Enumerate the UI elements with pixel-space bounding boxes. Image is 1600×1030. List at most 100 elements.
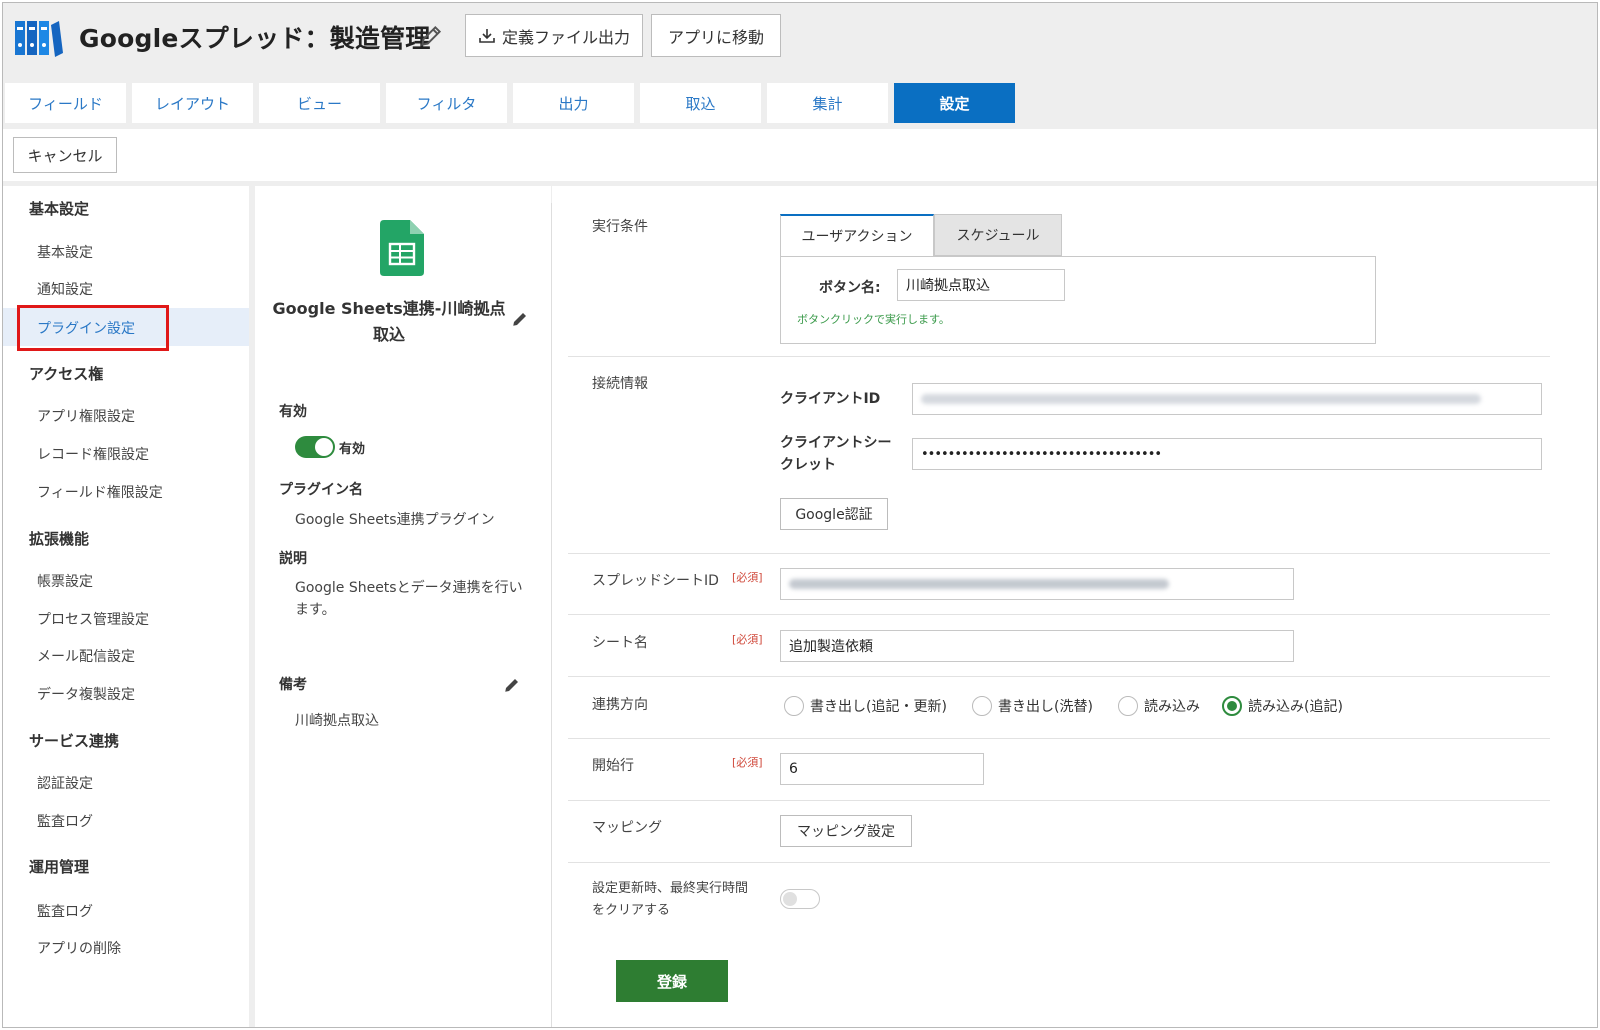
button-name-label: ボタン名: — [819, 280, 881, 296]
sidebar-item-audit-log[interactable]: 監査ログ — [37, 811, 93, 831]
description-line2: ます。 — [295, 602, 336, 618]
tab-layout[interactable]: レイアウト — [132, 83, 253, 123]
sidebar-item-delete-app[interactable]: アプリの削除 — [37, 938, 121, 958]
app-binders-icon — [15, 21, 63, 57]
sidebar-section-basic: 基本設定 — [29, 200, 90, 218]
settings-sidebar: 基本設定 基本設定 通知設定 プラグイン設定 アクセス権 アプリ権限設定 レコー… — [3, 186, 249, 1027]
sidebar-item-audit-log-2[interactable]: 監査ログ — [37, 901, 93, 921]
download-icon — [479, 28, 495, 43]
tab-view[interactable]: ビュー — [259, 83, 380, 123]
export-definition-button[interactable]: 定義ファイル出力 — [465, 14, 643, 57]
tab-schedule[interactable]: スケジュール — [934, 214, 1062, 256]
settings-tabs: フィールド レイアウト ビュー フィルタ 出力 取込 集計 設定 — [3, 83, 1597, 129]
plugin-info-pane: Google Sheets連携-川崎拠点 取込 有効 有効 プラグイン名 Goo… — [255, 186, 551, 1027]
tab-field[interactable]: フィールド — [5, 83, 126, 123]
button-name-input[interactable]: 川崎拠点取込 — [897, 269, 1065, 301]
plugin-name-value: Google Sheets連携プラグイン — [295, 512, 495, 528]
tab-import[interactable]: 取込 — [640, 83, 761, 123]
spreadsheet-id-label: スプレッドシートID — [592, 573, 719, 589]
sidebar-item-basic-settings[interactable]: 基本設定 — [37, 242, 93, 262]
sidebar-item-process[interactable]: プロセス管理設定 — [37, 609, 149, 629]
client-id-label: クライアントID — [780, 391, 881, 407]
toggle-label: 有効 — [339, 442, 366, 457]
radio-button[interactable] — [972, 696, 992, 716]
user-action-panel: ボタン名: 川崎拠点取込 ボタンクリックで実行します。 — [780, 256, 1376, 344]
blurred-text — [921, 394, 1481, 404]
plugin-title-line2: 取込 — [372, 325, 405, 344]
sidebar-section-access: アクセス権 — [29, 365, 104, 383]
goto-app-label: アプリに移動 — [667, 27, 764, 47]
divider — [568, 676, 1550, 677]
register-button[interactable]: 登録 — [616, 960, 728, 1002]
spreadsheet-id-input[interactable] — [780, 568, 1294, 600]
required-mark: [必須] — [732, 756, 763, 769]
radio-write-replace[interactable]: 書き出し(洗替) — [972, 696, 1093, 716]
required-mark: [必須] — [732, 633, 763, 646]
toolbar: キャンセル — [3, 129, 1597, 181]
divider — [568, 862, 1550, 863]
app-title: Googleスプレッド：製造管理 — [79, 24, 431, 53]
radio-button-selected[interactable] — [1222, 696, 1242, 716]
description-line1: Google Sheetsとデータ連携を行い — [295, 580, 523, 596]
plugin-title-line1: Google Sheets連携-川崎拠点 — [272, 299, 506, 318]
plugin-title: Google Sheets連携-川崎拠点 取込 — [255, 296, 523, 348]
app-window: Googleスプレッド：製造管理 定義ファイル出力 アプリに移動 フィールド レ… — [2, 2, 1598, 1028]
highlight-box — [17, 305, 169, 351]
description-text: Google Sheetsとデータ連携を行い ます。 — [295, 577, 523, 621]
sheet-name-input[interactable]: 追加製造依頼 — [780, 630, 1294, 662]
sidebar-item-notification[interactable]: 通知設定 — [37, 279, 93, 299]
tab-output[interactable]: 出力 — [513, 83, 634, 123]
note-label: 備考 — [279, 677, 307, 693]
radio-label: 読み込み(追記) — [1248, 699, 1343, 715]
cancel-button[interactable]: キャンセル — [13, 137, 117, 173]
blurred-text — [789, 579, 1169, 589]
client-secret-label: クライアントシー クレット — [780, 432, 891, 476]
start-row-input[interactable]: 6 — [780, 753, 984, 785]
mapping-settings-button[interactable]: マッピング設定 — [780, 815, 912, 847]
divider — [568, 800, 1550, 801]
goto-app-button[interactable]: アプリに移動 — [651, 14, 781, 57]
sidebar-section-operation: 運用管理 — [29, 858, 90, 876]
google-sheets-icon — [380, 220, 424, 276]
clear-time-label: 設定更新時、最終実行時間 をクリアする — [592, 878, 748, 922]
radio-label: 書き出し(洗替) — [998, 699, 1093, 715]
tab-filter[interactable]: フィルタ — [386, 83, 507, 123]
tab-settings[interactable]: 設定 — [894, 83, 1015, 123]
exec-condition-label: 実行条件 — [592, 219, 648, 235]
edit-name-pencil-icon[interactable] — [511, 310, 529, 328]
sidebar-item-auth[interactable]: 認証設定 — [37, 773, 93, 793]
client-id-input[interactable] — [912, 383, 1542, 415]
edit-note-pencil-icon[interactable] — [503, 676, 521, 694]
sheet-name-label: シート名 — [592, 635, 648, 651]
client-secret-label-line1: クライアントシー — [780, 435, 892, 451]
sidebar-item-app-permission[interactable]: アプリ権限設定 — [37, 406, 135, 426]
sidebar-item-data-copy[interactable]: データ複製設定 — [37, 684, 135, 704]
sidebar-item-mail[interactable]: メール配信設定 — [37, 646, 135, 666]
pencil-icon[interactable] — [418, 23, 444, 49]
divider — [568, 553, 1550, 554]
radio-read-append[interactable]: 読み込み(追記) — [1222, 696, 1343, 716]
google-auth-button[interactable]: Google認証 — [780, 498, 888, 530]
clear-time-toggle[interactable] — [780, 889, 820, 909]
radio-button[interactable] — [784, 696, 804, 716]
divider — [568, 356, 1550, 357]
divider — [568, 738, 1550, 739]
sidebar-section-service: サービス連携 — [29, 732, 120, 750]
radio-label: 読み込み — [1144, 699, 1200, 715]
note-value: 川崎拠点取込 — [295, 713, 379, 729]
sidebar-section-extension: 拡張機能 — [29, 530, 90, 548]
enabled-toggle[interactable] — [295, 436, 335, 458]
sidebar-item-field-permission[interactable]: フィールド権限設定 — [37, 482, 163, 502]
tab-aggregate[interactable]: 集計 — [767, 83, 888, 123]
export-definition-label: 定義ファイル出力 — [501, 27, 630, 47]
toggle-knob — [315, 438, 333, 456]
sidebar-item-record-permission[interactable]: レコード権限設定 — [37, 444, 149, 464]
toggle-knob — [783, 892, 797, 906]
radio-button[interactable] — [1118, 696, 1138, 716]
radio-write-append[interactable]: 書き出し(追記・更新) — [784, 696, 947, 716]
radio-read[interactable]: 読み込み — [1118, 696, 1200, 716]
start-row-label: 開始行 — [592, 758, 634, 774]
client-secret-input[interactable]: •••••••••••••••••••••••••••••••••••• — [912, 438, 1542, 470]
tab-user-action[interactable]: ユーザアクション — [780, 214, 934, 256]
sidebar-item-form[interactable]: 帳票設定 — [37, 571, 93, 591]
